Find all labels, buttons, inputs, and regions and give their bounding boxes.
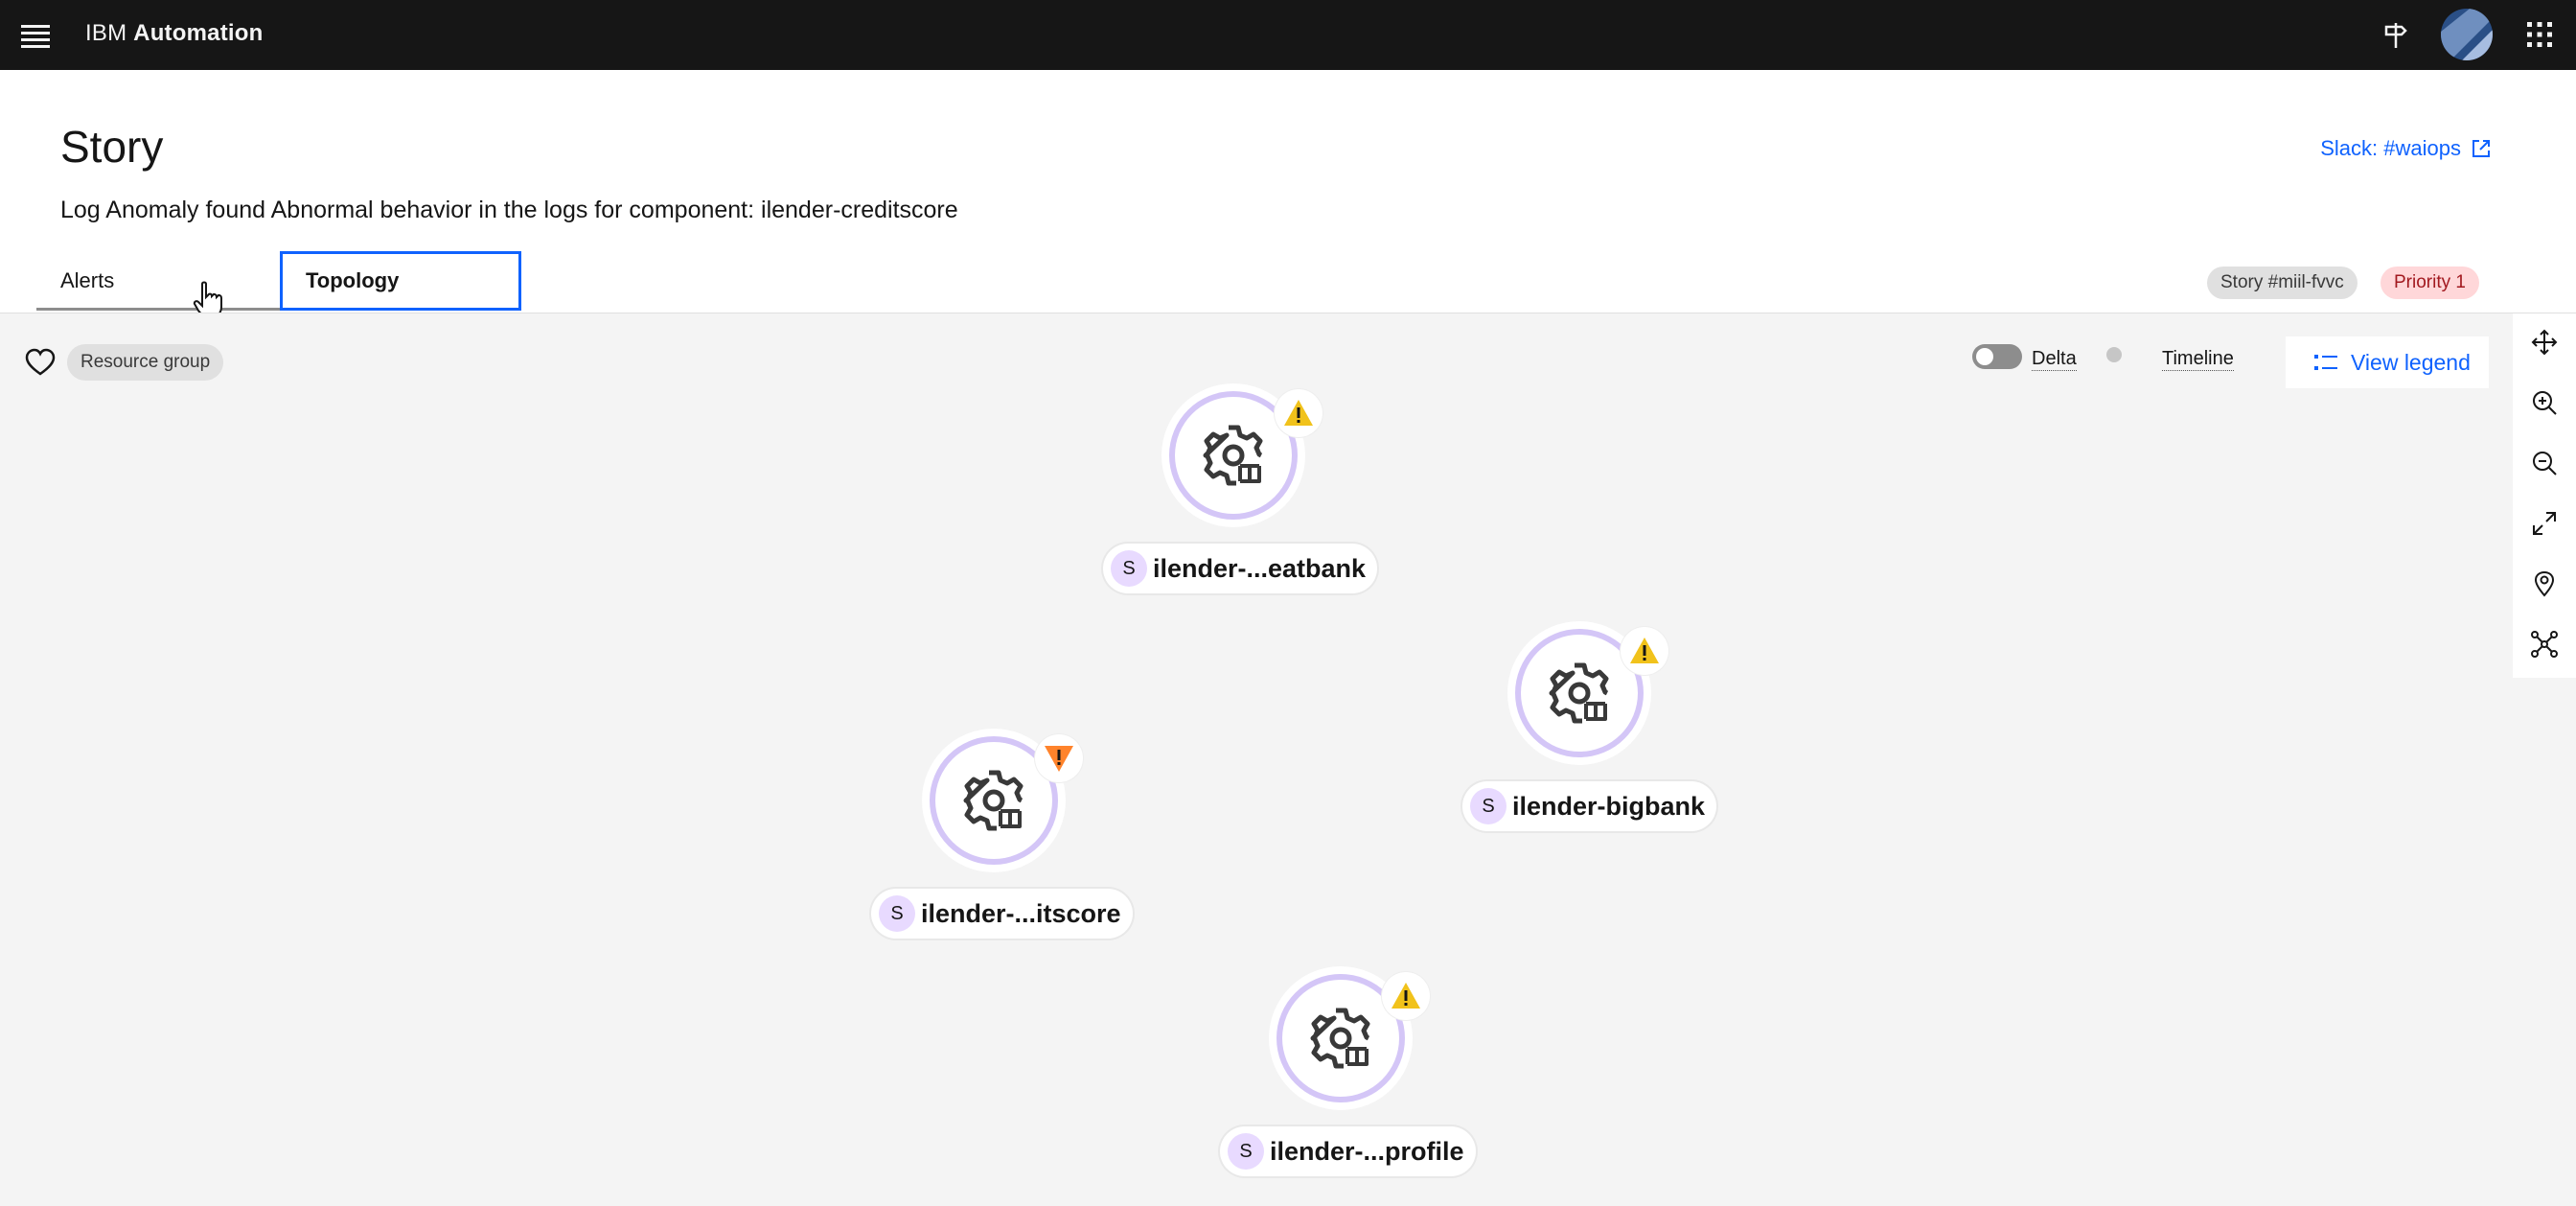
warning-badge: [1621, 627, 1668, 675]
topology-node[interactable]: [1269, 966, 1430, 1110]
delta-toggle[interactable]: [1972, 344, 2022, 369]
node-label[interactable]: S ilender-...eatbank: [1103, 544, 1378, 593]
zoom-in-icon[interactable]: [2525, 383, 2564, 422]
warning-badge: [1382, 972, 1430, 1020]
slack-link[interactable]: Slack: #waiops: [2320, 136, 2492, 161]
menu-icon[interactable]: [21, 21, 50, 48]
service-type-badge: S: [1228, 1133, 1264, 1170]
node-label[interactable]: S ilender-bigbank: [1462, 781, 1717, 831]
move-icon[interactable]: [2525, 323, 2564, 361]
gear-icon: [963, 770, 1024, 831]
gear-icon: [1310, 1008, 1370, 1069]
signpost-icon[interactable]: [2375, 13, 2417, 56]
service-type-badge: S: [1470, 788, 1506, 824]
resource-group-tag[interactable]: Resource group: [67, 344, 224, 381]
node-name: ilender-...profile: [1270, 1136, 1464, 1166]
delta-label[interactable]: Delta: [2032, 348, 2077, 371]
view-legend-label: View legend: [2351, 349, 2471, 375]
node-label[interactable]: S ilender-...itscore: [871, 889, 1133, 939]
brand-prefix: IBM: [85, 20, 127, 46]
warning-icon: [1284, 400, 1313, 426]
topology-node[interactable]: [1162, 383, 1322, 527]
page-title: Story: [60, 122, 164, 172]
list-icon: [2314, 355, 2337, 370]
topology-toolbar: [2513, 313, 2576, 678]
app-switcher-icon[interactable]: [2518, 13, 2561, 56]
external-link-icon: [2472, 140, 2490, 157]
node-name: ilender-bigbank: [1512, 791, 1706, 821]
avatar[interactable]: [2441, 9, 2493, 60]
heart-icon[interactable]: [25, 348, 56, 377]
timeline-label[interactable]: Timeline: [2162, 348, 2234, 371]
tab-alerts[interactable]: Alerts: [36, 251, 280, 311]
story-description: Log Anomaly found Abnormal behavior in t…: [60, 197, 958, 223]
warning-icon: [1630, 638, 1659, 663]
node-name: ilender-...itscore: [921, 898, 1121, 928]
top-nav-bar: IBM Automation: [0, 0, 2576, 70]
service-type-badge: S: [1111, 550, 1147, 587]
tab-topology[interactable]: Topology: [280, 251, 521, 311]
node-label[interactable]: S ilender-...profile: [1220, 1126, 1476, 1176]
topology-node[interactable]: [922, 729, 1083, 872]
topology-canvas[interactable]: Resource group Delta Timeline View legen…: [0, 313, 2576, 1206]
timeline-dot: [2106, 347, 2122, 362]
story-tabs: Alerts Topology: [36, 251, 521, 311]
slack-link-label: Slack: #waiops: [2320, 136, 2461, 160]
major-alert-icon: [1045, 746, 1073, 772]
location-icon[interactable]: [2525, 565, 2564, 603]
gear-icon: [1203, 425, 1263, 486]
priority-tag: Priority 1: [2380, 267, 2479, 299]
story-id-tag: Story #miil-fvvc: [2207, 267, 2358, 299]
product-name[interactable]: IBM Automation: [85, 19, 263, 48]
fit-to-screen-icon[interactable]: [2525, 504, 2564, 543]
brand-name: Automation: [133, 20, 264, 46]
zoom-out-icon[interactable]: [2525, 444, 2564, 482]
view-legend-button[interactable]: View legend: [2286, 336, 2489, 388]
warning-icon: [1392, 983, 1420, 1009]
major-alert-badge: [1035, 734, 1083, 782]
gear-icon: [1549, 662, 1609, 724]
service-type-badge: S: [879, 895, 915, 932]
node-name: ilender-...eatbank: [1153, 553, 1367, 583]
layout-icon[interactable]: [2525, 625, 2564, 663]
topology-node[interactable]: [1507, 621, 1668, 765]
warning-badge: [1275, 389, 1322, 437]
